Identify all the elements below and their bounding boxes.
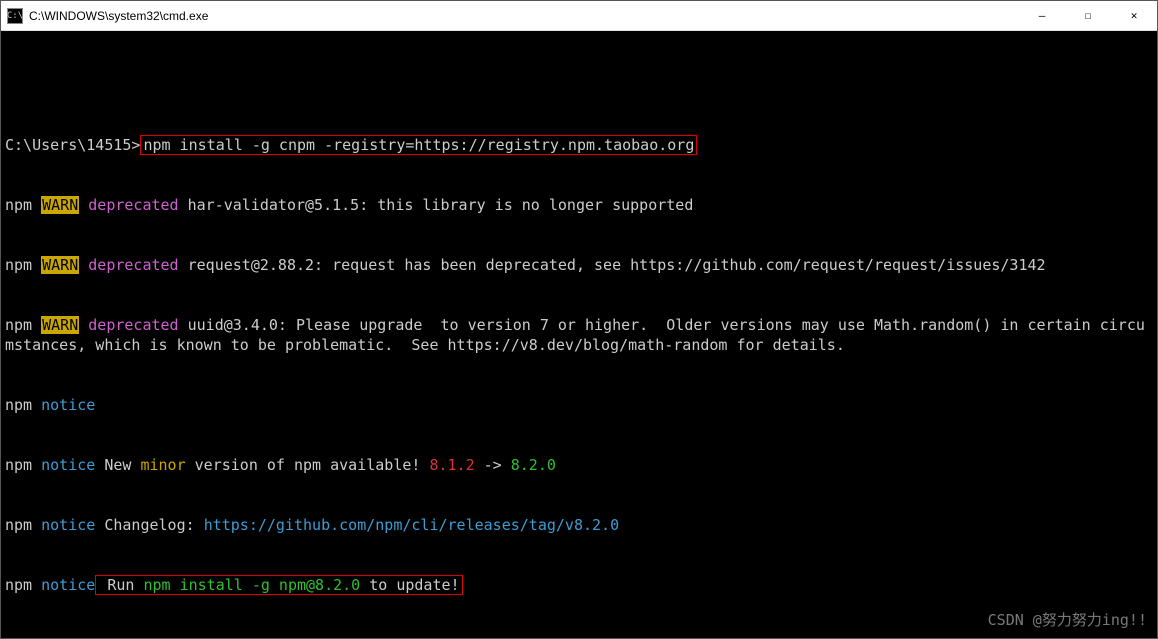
close-button[interactable]: ✕ xyxy=(1111,1,1157,30)
deprecated-label: deprecated xyxy=(88,196,178,214)
window-controls: — ☐ ✕ xyxy=(1019,1,1157,30)
minimize-button[interactable]: — xyxy=(1019,1,1065,30)
cmd-icon: C:\ xyxy=(7,8,23,24)
maximize-button[interactable]: ☐ xyxy=(1065,1,1111,30)
titlebar[interactable]: C:\ C:\WINDOWS\system32\cmd.exe — ☐ ✕ xyxy=(1,1,1157,31)
terminal-body[interactable]: C:\Users\14515>npm install -g cnpm -regi… xyxy=(1,31,1157,638)
highlighted-command-2: Run npm install -g npm@8.2.0 to update! xyxy=(95,575,462,595)
npm-label: npm xyxy=(5,196,32,214)
highlighted-command-1: npm install -g cnpm -registry=https://re… xyxy=(140,135,697,155)
prompt: C:\Users\14515> xyxy=(5,136,140,154)
cmd-window: C:\ C:\WINDOWS\system32\cmd.exe — ☐ ✕ C:… xyxy=(0,0,1158,639)
window-title: C:\WINDOWS\system32\cmd.exe xyxy=(29,9,1019,23)
warn-badge: WARN xyxy=(41,196,79,214)
watermark: CSDN @努力努力ing!! xyxy=(988,610,1147,630)
notice-label: notice xyxy=(41,396,95,414)
